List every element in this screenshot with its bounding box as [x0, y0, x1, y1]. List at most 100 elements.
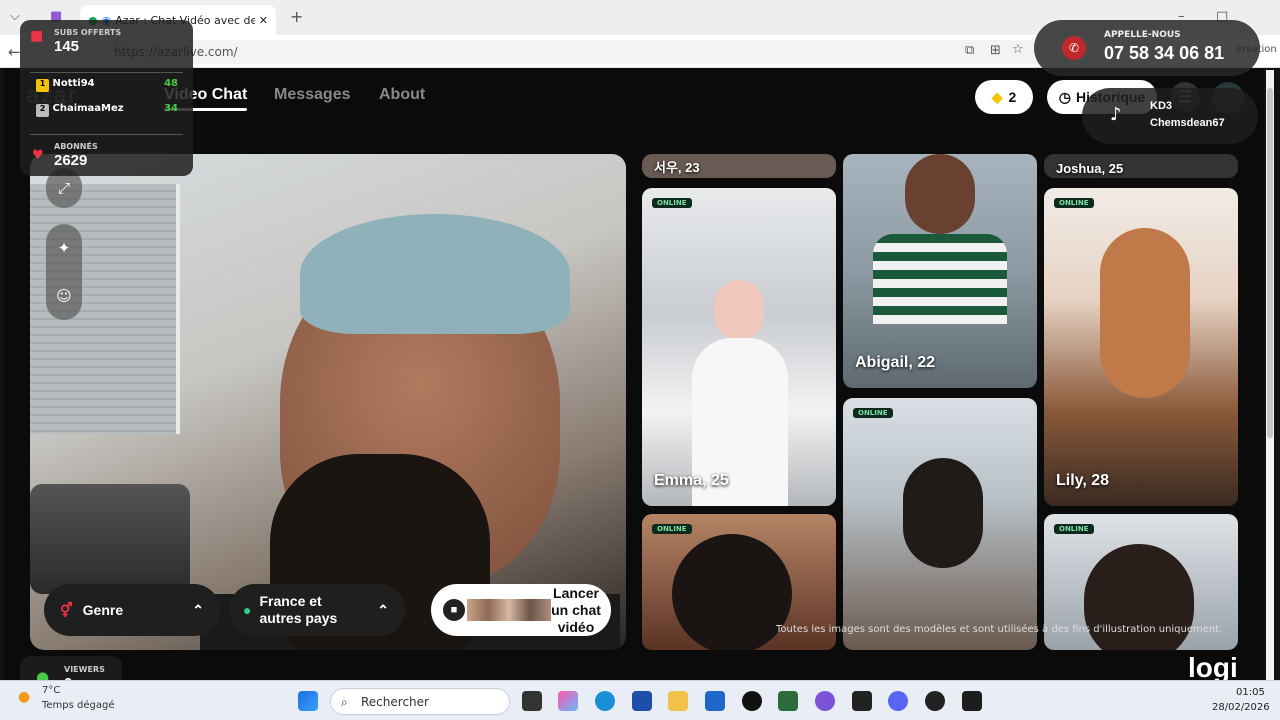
file-explorer-icon[interactable] [668, 691, 688, 711]
azar-page: azar Video Chat Messages About ◆ 2 ◷ His… [4, 68, 1264, 680]
profile-name: 서우, 23 [654, 160, 700, 175]
nav-messages[interactable]: Messages [274, 86, 351, 104]
leader-name: ChaimaaMez [52, 103, 124, 114]
nav-about[interactable]: About [379, 86, 425, 104]
tab-list-icon[interactable]: ⌵ [10, 9, 20, 24]
gems-count: 2 [1008, 89, 1017, 105]
profile-tile[interactable]: ONLINE Emma, 25 [642, 188, 836, 506]
webcam-object [30, 484, 190, 594]
search-placeholder: Rechercher [361, 695, 429, 709]
heart-icon: ♥ [32, 148, 44, 163]
online-badge: ONLINE [853, 408, 893, 418]
new-tab-icon[interactable]: + [290, 7, 303, 26]
profile-name: Abigail, 22 [855, 354, 936, 371]
obs-icon[interactable] [925, 691, 945, 711]
chevron-up-icon: ⌃ [192, 601, 204, 618]
copilot-icon[interactable] [558, 691, 578, 711]
online-badge: ONLINE [652, 198, 692, 208]
favorite-star-icon[interactable]: ☆ [1012, 42, 1024, 57]
back-icon[interactable]: ← [8, 43, 21, 61]
gender-filter[interactable]: ⚥ Genre ⌃ [44, 584, 220, 636]
rank-badge: 1 [36, 79, 49, 92]
gems-button[interactable]: ◆ 2 [975, 80, 1033, 114]
subs-count: 145 [54, 38, 80, 55]
profile-photo [905, 154, 975, 234]
terminal-icon[interactable] [962, 691, 982, 711]
profile-photo [1100, 228, 1190, 398]
disclaimer-text: Toutes les images sont des modèles et so… [776, 624, 1223, 635]
weather-temp[interactable]: 7°C [42, 685, 60, 696]
gender-label: Genre [82, 602, 124, 618]
tiktok-handle: Chemsdean67 [1150, 117, 1225, 129]
rank-badge: 2 [36, 104, 49, 117]
profile-name: Joshua, 25 [1056, 161, 1124, 176]
gem-icon: ◆ [991, 88, 1003, 105]
viewers-label: VIEWERS [64, 665, 105, 674]
abonnes-label: ABONNÉS [54, 142, 98, 151]
page-scrollbar[interactable] [1266, 70, 1274, 680]
divider [30, 72, 183, 73]
profile-photo-body [873, 234, 1007, 324]
profile-photo [672, 534, 792, 650]
chevron-up-icon: ⌃ [377, 601, 389, 618]
gender-icon: ⚥ [60, 601, 73, 618]
outlook-icon[interactable] [705, 691, 725, 711]
profile-tile[interactable]: Joshua, 25 [1044, 154, 1238, 178]
start-icon[interactable] [298, 691, 318, 711]
close-tab-icon[interactable]: ✕ [259, 14, 268, 27]
scrollbar-thumb[interactable] [1267, 88, 1273, 438]
self-video-preview [30, 154, 626, 650]
clock-icon: ◷ [1058, 88, 1071, 105]
capcut-icon[interactable] [852, 691, 872, 711]
sticker-icon[interactable]: ☺ [56, 287, 72, 305]
screen: ⌵ ■ ● ◉ Azar : Chat Vidéo avec de nou ✕ … [0, 0, 1280, 720]
translate-icon[interactable]: ⧉ [965, 43, 974, 58]
profile-tile[interactable]: ONLINE [843, 398, 1037, 650]
leader-count: 34 [164, 103, 178, 114]
clock-time[interactable]: 01:05 [1236, 687, 1265, 698]
profile-name: Emma, 25 [654, 472, 729, 489]
online-badge: ONLINE [1054, 198, 1094, 208]
globe-icon: ● [243, 602, 252, 618]
launch-label: Lancer un chat vidéo [551, 584, 601, 635]
leader-row: 2 ChaimaaMez 34 [36, 103, 186, 117]
country-filter[interactable]: ● France et autres pays ⌃ [229, 584, 405, 636]
subs-overlay: ■ SUBS OFFERTS 145 1 Notti94 48 2 Chaima… [20, 20, 193, 176]
divider [30, 134, 183, 135]
tiktok-icon: ♪ [1110, 104, 1122, 125]
profile-photo [903, 458, 983, 568]
magic-wand-icon[interactable]: ✦ [58, 239, 71, 257]
subs-label: SUBS OFFERTS [54, 28, 122, 37]
launch-video-chat-button[interactable]: ■ Lancer un chat vidéo [431, 584, 611, 636]
call-overlay: ✆ APPELLE-NOUS 07 58 34 06 81 [1034, 20, 1260, 76]
discord-icon[interactable] [888, 691, 908, 711]
camera-icon: ■ [443, 599, 465, 621]
app-icon[interactable] [815, 691, 835, 711]
weather-desc[interactable]: Temps dégagé [42, 700, 115, 711]
windows-taskbar: ● 7°C Temps dégagé ⌕ Rechercher 01:05 28… [0, 680, 1280, 720]
excel-icon[interactable] [778, 691, 798, 711]
tiktok-overlay: ♪ KD3 Chemsdean67 [1082, 88, 1258, 144]
edge-icon[interactable] [595, 691, 615, 711]
weather-icon: ● [18, 689, 31, 705]
store-icon[interactable] [632, 691, 652, 711]
split-icon[interactable]: ⊞ [990, 43, 1001, 58]
expand-icon: ⤢ [57, 179, 70, 197]
phone-icon: ✆ [1062, 36, 1086, 60]
leader-row: 1 Notti94 48 [36, 78, 186, 92]
profile-tile[interactable]: Abigail, 22 [843, 154, 1037, 388]
tiktok-user: KD3 [1150, 100, 1173, 112]
online-badge: ONLINE [652, 524, 692, 534]
call-label: APPELLE-NOUS [1104, 30, 1181, 40]
taskbar-search[interactable]: ⌕ Rechercher [330, 688, 510, 715]
leader-count: 48 [164, 78, 178, 89]
video-cap [300, 214, 570, 334]
clock-date[interactable]: 28/02/2026 [1212, 702, 1270, 713]
profile-tile[interactable]: ONLINE Lily, 28 [1044, 188, 1238, 506]
task-view-icon[interactable] [522, 691, 542, 711]
country-label: France et autres pays [259, 593, 338, 626]
profile-tile[interactable]: 서우, 23 [642, 154, 836, 178]
tiktok-app-icon[interactable] [742, 691, 762, 711]
leader-name: Notti94 [52, 78, 95, 89]
phone-number: 07 58 34 06 81 [1104, 43, 1225, 63]
